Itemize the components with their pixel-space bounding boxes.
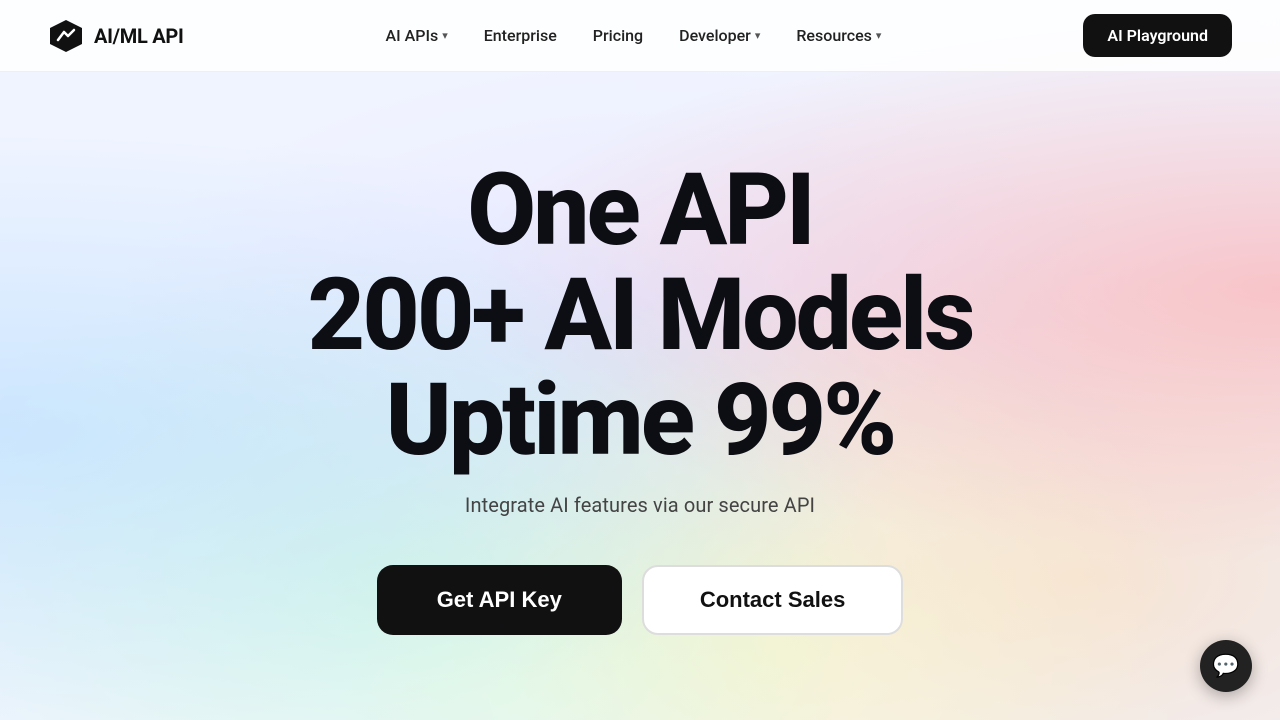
get-api-key-button[interactable]: Get API Key (377, 565, 622, 635)
chevron-down-icon: ▾ (876, 29, 882, 42)
nav-links: AI APIs ▾ Enterprise Pricing Developer ▾… (372, 18, 896, 53)
nav-link-developer[interactable]: Developer ▾ (665, 18, 774, 53)
logo-text: AI/ML API (94, 24, 184, 48)
navbar: AI/ML API AI APIs ▾ Enterprise Pricing D… (0, 0, 1280, 72)
hero-buttons: Get API Key Contact Sales (377, 565, 904, 635)
chevron-down-icon: ▾ (442, 29, 448, 42)
nav-link-resources[interactable]: Resources ▾ (782, 18, 895, 53)
hero-title: One API 200+ AI Models Uptime 99% (308, 158, 973, 473)
logo-icon (48, 18, 84, 54)
chat-icon: 💬 (1212, 654, 1239, 679)
chat-widget-button[interactable]: 💬 (1200, 640, 1252, 692)
nav-link-pricing[interactable]: Pricing (579, 18, 657, 53)
nav-cta-button[interactable]: AI Playground (1083, 14, 1232, 57)
hero-section: One API 200+ AI Models Uptime 99% Integr… (0, 72, 1280, 720)
chevron-down-icon: ▾ (755, 29, 761, 42)
logo-link[interactable]: AI/ML API (48, 18, 184, 54)
contact-sales-button[interactable]: Contact Sales (642, 565, 904, 635)
nav-link-ai-apis[interactable]: AI APIs ▾ (372, 18, 462, 53)
nav-link-enterprise[interactable]: Enterprise (470, 18, 571, 53)
hero-subtitle: Integrate AI features via our secure API (465, 493, 815, 517)
